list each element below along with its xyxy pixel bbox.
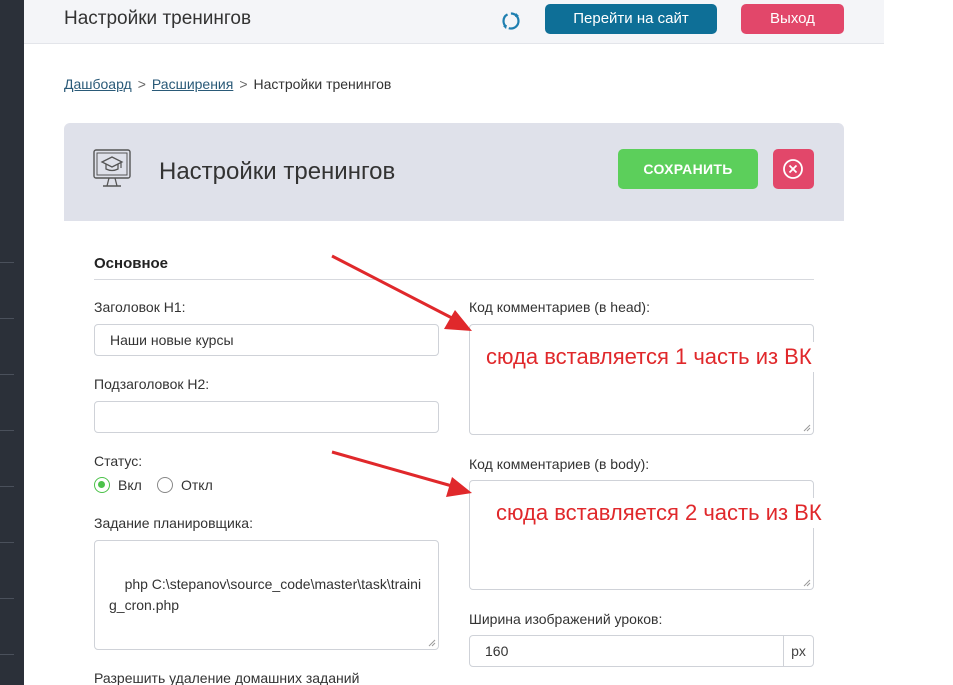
allow-delete-label: Разрешить удаление домашних заданий bbox=[94, 670, 360, 685]
section-title: Основное bbox=[94, 255, 169, 272]
status-off-radio[interactable] bbox=[157, 477, 173, 493]
close-button[interactable] bbox=[773, 149, 814, 189]
cron-textarea[interactable]: php C:\stepanov\source_code\master\task\… bbox=[94, 540, 439, 650]
resize-handle-icon[interactable] bbox=[428, 639, 436, 647]
cron-value: php C:\stepanov\source_code\master\task\… bbox=[109, 576, 422, 613]
head-code-textarea[interactable] bbox=[469, 324, 814, 435]
panel-title: Настройки тренингов bbox=[159, 158, 396, 185]
left-sidebar bbox=[0, 0, 24, 685]
h1-label: Заголовок H1: bbox=[94, 299, 186, 315]
body-code-label: Код комментариев (в body): bbox=[469, 456, 650, 472]
status-on-radio[interactable] bbox=[94, 477, 110, 493]
sidebar-divider bbox=[0, 262, 14, 263]
resize-handle-icon[interactable] bbox=[803, 579, 811, 587]
sync-icon[interactable] bbox=[500, 10, 522, 32]
panel-header: Настройки тренингов СОХРАНИТЬ bbox=[64, 123, 844, 221]
sidebar-divider bbox=[0, 486, 14, 487]
image-width-input[interactable]: 160 px bbox=[469, 635, 814, 667]
breadcrumb-separator: > bbox=[137, 76, 146, 92]
monitor-graduation-cap-icon bbox=[92, 148, 132, 192]
annotation-head-note: сюда вставляется 1 часть из ВК bbox=[478, 342, 820, 372]
body-code-textarea[interactable] bbox=[469, 480, 814, 590]
head-code-label: Код комментариев (в head): bbox=[469, 299, 650, 315]
top-bar: Настройки тренингов Перейти на сайт Выхо… bbox=[24, 0, 884, 44]
breadcrumb-current: Настройки тренингов bbox=[253, 76, 392, 92]
page-title: Настройки тренингов bbox=[64, 8, 252, 29]
sidebar-divider bbox=[0, 598, 14, 599]
sidebar-divider bbox=[0, 654, 14, 655]
unit-suffix: px bbox=[783, 636, 813, 666]
h2-label: Подзаголовок H2: bbox=[94, 376, 210, 392]
breadcrumb-link-dashboard[interactable]: Дашбоард bbox=[64, 76, 132, 92]
status-on-label[interactable]: Вкл bbox=[118, 477, 142, 493]
close-circle-icon bbox=[783, 159, 803, 179]
cron-label: Задание планировщика: bbox=[94, 515, 253, 531]
breadcrumb-separator: > bbox=[239, 76, 248, 92]
breadcrumb-link-extensions[interactable]: Расширения bbox=[152, 76, 233, 92]
sidebar-divider bbox=[0, 318, 14, 319]
image-width-value: 160 bbox=[485, 643, 509, 659]
section-divider bbox=[94, 279, 814, 280]
image-width-label: Ширина изображений уроков: bbox=[469, 611, 663, 627]
sidebar-divider bbox=[0, 542, 14, 543]
logout-button[interactable]: Выход bbox=[741, 4, 844, 34]
h2-input[interactable] bbox=[94, 401, 439, 433]
annotation-body-note: сюда вставляется 2 часть из ВК bbox=[488, 498, 830, 528]
breadcrumb: Дашбоард > Расширения > Настройки тренингов bbox=[64, 76, 391, 92]
sidebar-divider bbox=[0, 430, 14, 431]
settings-panel: Настройки тренингов СОХРАНИТЬ Основное З… bbox=[64, 123, 844, 685]
status-off-label[interactable]: Откл bbox=[181, 477, 213, 493]
go-to-site-button[interactable]: Перейти на сайт bbox=[545, 4, 717, 34]
save-button[interactable]: СОХРАНИТЬ bbox=[618, 149, 758, 189]
h1-input[interactable]: Наши новые курсы bbox=[94, 324, 439, 356]
sidebar-divider bbox=[0, 374, 14, 375]
resize-handle-icon[interactable] bbox=[803, 424, 811, 432]
status-label: Статус: bbox=[94, 453, 143, 469]
